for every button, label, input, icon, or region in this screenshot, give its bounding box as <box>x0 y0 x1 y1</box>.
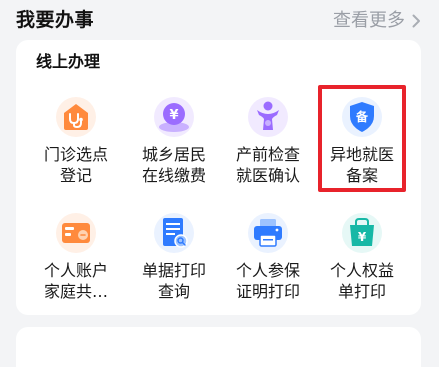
chevron-right-icon <box>412 14 420 28</box>
service-label: 个人权益 单打印 <box>329 261 394 301</box>
service-label: 异地就医 备案 <box>329 145 394 185</box>
service-label: 单据打印 查询 <box>141 261 206 301</box>
prenatal-checkup-icon <box>247 96 289 138</box>
svg-text:¥: ¥ <box>358 230 367 244</box>
service-resident-payment[interactable]: ¥ 城乡居民 在线缴费 <box>124 96 224 186</box>
clinic-registration-icon <box>55 96 97 138</box>
section-title: 我要办事 <box>16 9 95 31</box>
svg-text:备: 备 <box>355 109 369 124</box>
resident-payment-icon: ¥ <box>153 96 195 138</box>
family-account-icon <box>55 212 97 254</box>
section-header: 我要办事 查看更多 <box>0 0 439 40</box>
svg-text:¥: ¥ <box>169 108 178 123</box>
view-more-label: 查看更多 <box>333 10 405 31</box>
service-clinic-registration[interactable]: 门诊选点 登记 <box>26 96 126 186</box>
personal-rights-print-icon: ¥ <box>341 212 383 254</box>
service-label: 门诊选点 登记 <box>43 145 108 185</box>
next-card <box>16 327 421 367</box>
online-services-card: 线上办理 门诊选点 登记 ¥ 城乡居民 在线缴费 产前检查 就医确认 备 异地就… <box>16 40 421 315</box>
service-label: 城乡居民 在线缴费 <box>141 145 206 185</box>
view-more-link[interactable]: 查看更多 <box>333 10 423 32</box>
service-label: 个人账户 家庭共… <box>43 261 108 301</box>
card-title: 线上办理 <box>36 52 101 71</box>
service-personal-rights-print[interactable]: ¥ 个人权益 单打印 <box>312 212 412 302</box>
remote-medical-filing-icon: 备 <box>341 96 383 138</box>
service-remote-medical-filing[interactable]: 备 异地就医 备案 <box>312 96 412 186</box>
service-label: 个人参保 证明打印 <box>235 261 300 301</box>
service-label: 产前检查 就医确认 <box>235 145 300 185</box>
service-prenatal-checkup[interactable]: 产前检查 就医确认 <box>218 96 318 186</box>
service-family-account[interactable]: 个人账户 家庭共… <box>26 212 126 302</box>
insurance-proof-print-icon <box>247 212 289 254</box>
receipt-print-query-icon <box>153 212 195 254</box>
service-insurance-proof-print[interactable]: 个人参保 证明打印 <box>218 212 318 302</box>
service-receipt-print-query[interactable]: 单据打印 查询 <box>124 212 224 302</box>
